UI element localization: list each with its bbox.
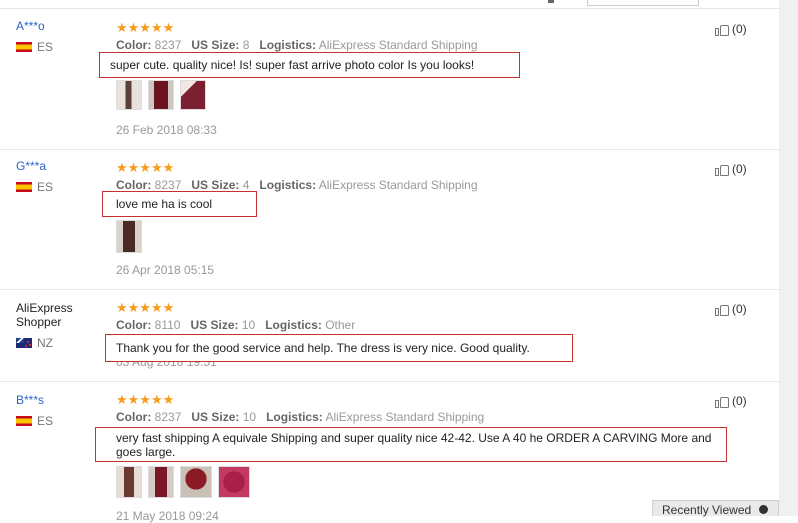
reviewer-country: ES xyxy=(16,180,53,194)
spain-flag-icon xyxy=(16,182,32,192)
order-info: Color: 8110 US Size: 10 Logistics: Other xyxy=(116,318,356,332)
thumbs-up-icon[interactable] xyxy=(715,163,729,176)
country-code: ES xyxy=(37,40,54,54)
review-photo[interactable] xyxy=(180,466,212,498)
reviewer-name[interactable]: G***a xyxy=(16,159,46,173)
review-comment: very fast shipping A equivale Shipping a… xyxy=(95,427,727,462)
order-info: Color: 8237 US Size: 10 Logistics: AliExpr… xyxy=(116,410,485,424)
star-rating: ★★★★★ xyxy=(116,392,175,407)
reviewer-country: NZ xyxy=(16,336,53,350)
review-date: 26 Feb 2018 08:33 xyxy=(116,123,217,137)
helpful-button[interactable]: (0) xyxy=(715,22,747,36)
order-info: Color: 8237 US Size: 8 Logistics: AliExpre… xyxy=(116,38,478,52)
country-code: ES xyxy=(37,414,54,428)
top-divider xyxy=(0,8,779,9)
country-code: NZ xyxy=(37,336,53,350)
review-photo[interactable] xyxy=(116,466,142,498)
thumbs-up-icon[interactable] xyxy=(715,395,729,408)
thumbs-up-icon[interactable] xyxy=(715,23,729,36)
star-rating: ★★★★★ xyxy=(116,160,175,175)
review-photos xyxy=(116,466,250,498)
reviewer-name[interactable]: B***s xyxy=(16,393,44,407)
helpful-count: (0) xyxy=(732,162,747,176)
spain-flag-icon xyxy=(16,416,32,426)
recently-viewed-label[interactable]: Recently Viewed xyxy=(662,501,751,519)
reviewer-name[interactable]: A***o xyxy=(16,19,45,33)
recently-viewed-tab[interactable]: Recently Viewed xyxy=(652,500,779,519)
review-photo[interactable] xyxy=(148,466,174,498)
review-photo[interactable] xyxy=(218,466,250,498)
review-comment: love me ha is cool xyxy=(102,191,257,217)
thumbs-up-icon[interactable] xyxy=(715,303,729,316)
new-zealand-flag-icon xyxy=(16,338,32,348)
toggle-icon[interactable] xyxy=(759,505,768,514)
helpful-button[interactable]: (0) xyxy=(715,162,747,176)
review-date: 21 May 2018 09:24 xyxy=(116,509,219,523)
review-comment: Thank you for the good service and help.… xyxy=(105,334,573,362)
helpful-count: (0) xyxy=(732,302,747,316)
sort-arrow-icon[interactable] xyxy=(548,0,554,3)
helpful-count: (0) xyxy=(732,22,747,36)
review-divider xyxy=(0,381,779,382)
helpful-button[interactable]: (0) xyxy=(715,394,747,408)
spain-flag-icon xyxy=(16,42,32,52)
order-info: Color: 8237 US Size: 4 Logistics: AliExpre… xyxy=(116,178,478,192)
review-date: 26 Apr 2018 05:15 xyxy=(116,263,215,277)
review-photo[interactable] xyxy=(148,80,174,110)
star-rating: ★★★★★ xyxy=(116,300,175,315)
reviewer-country: ES xyxy=(16,40,53,54)
review-photo[interactable] xyxy=(116,220,142,253)
review-photo[interactable] xyxy=(116,80,142,110)
helpful-button[interactable]: (0) xyxy=(715,302,747,316)
reviewer-name[interactable]: AliExpress Shopper xyxy=(16,301,96,329)
review-photos xyxy=(116,220,142,253)
review-divider xyxy=(0,149,779,150)
scrollbar[interactable] xyxy=(779,0,798,516)
star-rating: ★★★★★ xyxy=(116,20,175,35)
helpful-count: (0) xyxy=(732,394,747,408)
review-photos xyxy=(116,80,206,110)
review-photo[interactable] xyxy=(180,80,206,110)
review-comment: super cute. quality nice! Is! super fast… xyxy=(99,52,520,78)
review-divider xyxy=(0,289,779,290)
sort-select[interactable] xyxy=(587,0,699,6)
country-code: ES xyxy=(37,180,54,194)
reviewer-country: ES xyxy=(16,414,53,428)
